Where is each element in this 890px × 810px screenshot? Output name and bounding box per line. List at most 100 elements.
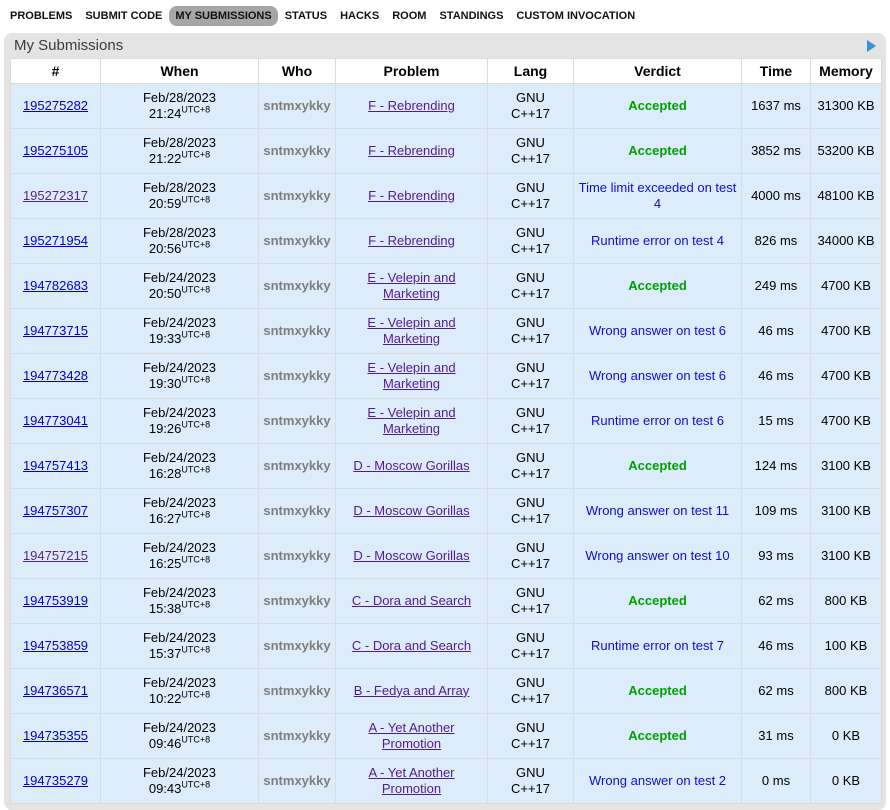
submission-lang-cell: GNUC++17 [488,354,574,399]
submission-id-link[interactable]: 194753919 [23,593,88,608]
submission-row: 195272317Feb/28/202320:59UTC+8sntmxykkyF… [11,174,882,219]
submission-id-link[interactable]: 194735279 [23,773,88,788]
submission-memory-cell: 0 KB [811,714,882,759]
user-link[interactable]: sntmxykky [263,728,330,743]
submission-id-link[interactable]: 194782683 [23,278,88,293]
user-link[interactable]: sntmxykky [263,143,330,158]
timezone-label: UTC+8 [181,735,210,745]
time-of-day: 15:37 [149,646,182,661]
user-link[interactable]: sntmxykky [263,458,330,473]
problem-link[interactable]: E - Velepin and Marketing [367,360,455,391]
user-link[interactable]: sntmxykky [263,683,330,698]
submission-id-link[interactable]: 194757215 [23,548,88,563]
submission-id-link[interactable]: 194757413 [23,458,88,473]
submission-id-link[interactable]: 194773715 [23,323,88,338]
submission-time-cell: 826 ms [742,219,811,264]
timezone-label: UTC+8 [181,285,210,295]
problem-link[interactable]: E - Velepin and Marketing [367,405,455,436]
nav-tab-status[interactable]: STATUS [279,6,333,26]
nav-tab-room[interactable]: ROOM [386,6,432,26]
submission-time-cell: 0 ms [742,759,811,804]
problem-link[interactable]: D - Moscow Gorillas [353,548,469,563]
nav-tab-custom-invocation[interactable]: CUSTOM INVOCATION [510,6,641,26]
submission-lang-cell: GNUC++17 [488,264,574,309]
submission-id-link[interactable]: 194753859 [23,638,88,653]
user-link[interactable]: sntmxykky [263,413,330,428]
submission-who-cell: sntmxykky [259,669,336,714]
verdict-accepted-label: Accepted [628,98,687,113]
user-link[interactable]: sntmxykky [263,98,330,113]
time-of-day: 19:30 [149,376,182,391]
user-link[interactable]: sntmxykky [263,188,330,203]
submission-id-link[interactable]: 194736571 [23,683,88,698]
expand-arrow-icon[interactable] [867,40,876,52]
user-link[interactable]: sntmxykky [263,233,330,248]
time-of-day: 10:22 [149,691,182,706]
problem-link[interactable]: F - Rebrending [368,233,455,248]
user-link[interactable]: sntmxykky [263,548,330,563]
problem-link[interactable]: E - Velepin and Marketing [367,315,455,346]
submission-id-link[interactable]: 194757307 [23,503,88,518]
submission-lang-cell: GNUC++17 [488,84,574,129]
problem-link[interactable]: D - Moscow Gorillas [353,458,469,473]
submission-when-cell: Feb/28/202320:56UTC+8 [101,219,259,264]
problem-link[interactable]: B - Fedya and Array [354,683,470,698]
submission-id-link[interactable]: 195275105 [23,143,88,158]
submission-memory-cell: 3100 KB [811,444,882,489]
submission-problem-cell: D - Moscow Gorillas [336,534,488,579]
problem-link[interactable]: E - Velepin and Marketing [367,270,455,301]
submission-verdict-cell: Wrong answer on test 6 [574,309,742,354]
user-link[interactable]: sntmxykky [263,638,330,653]
language-line: GNU [492,675,569,691]
nav-tab-submit-code[interactable]: SUBMIT CODE [79,6,168,26]
column-header-verdict: Verdict [574,59,742,84]
submission-id-link[interactable]: 194735355 [23,728,88,743]
submission-when-cell: Feb/24/202316:25UTC+8 [101,534,259,579]
submission-id-cell: 194735279 [11,759,101,804]
submission-id-cell: 195275105 [11,129,101,174]
submission-row: 194773041Feb/24/202319:26UTC+8sntmxykkyE… [11,399,882,444]
submission-memory-cell: 3100 KB [811,534,882,579]
problem-link[interactable]: C - Dora and Search [352,638,471,653]
submission-who-cell: sntmxykky [259,759,336,804]
nav-tab-hacks[interactable]: HACKS [334,6,385,26]
user-link[interactable]: sntmxykky [263,593,330,608]
submission-who-cell: sntmxykky [259,534,336,579]
submission-time-cell: 46 ms [742,309,811,354]
time-of-day: 20:50 [149,286,182,301]
submission-row: 194757307Feb/24/202316:27UTC+8sntmxykkyD… [11,489,882,534]
submission-verdict-cell: Runtime error on test 4 [574,219,742,264]
submission-when-cell: Feb/28/202321:24UTC+8 [101,84,259,129]
submission-lang-cell: GNUC++17 [488,219,574,264]
user-link[interactable]: sntmxykky [263,278,330,293]
user-link[interactable]: sntmxykky [263,773,330,788]
language-line: C++17 [492,781,569,797]
submission-date: Feb/28/2023 [105,90,254,106]
language-line: GNU [492,360,569,376]
user-link[interactable]: sntmxykky [263,368,330,383]
nav-tab-problems[interactable]: PROBLEMS [4,6,78,26]
submission-id-link[interactable]: 195275282 [23,98,88,113]
submission-id-link[interactable]: 194773041 [23,413,88,428]
problem-link[interactable]: F - Rebrending [368,143,455,158]
nav-tab-standings[interactable]: STANDINGS [433,6,509,26]
submission-verdict-cell: Runtime error on test 6 [574,399,742,444]
submission-id-link[interactable]: 195272317 [23,188,88,203]
problem-link[interactable]: C - Dora and Search [352,593,471,608]
problem-link[interactable]: F - Rebrending [368,98,455,113]
nav-tab-my-submissions[interactable]: MY SUBMISSIONS [169,6,277,26]
problem-link[interactable]: A - Yet Another Promotion [368,765,454,796]
problem-link[interactable]: A - Yet Another Promotion [368,720,454,751]
problem-link[interactable]: F - Rebrending [368,188,455,203]
submission-id-link[interactable]: 194773428 [23,368,88,383]
submission-memory-cell: 800 KB [811,579,882,624]
problem-link[interactable]: D - Moscow Gorillas [353,503,469,518]
user-link[interactable]: sntmxykky [263,323,330,338]
user-link[interactable]: sntmxykky [263,503,330,518]
submission-id-link[interactable]: 195271954 [23,233,88,248]
language-line: GNU [492,405,569,421]
language-line: GNU [492,585,569,601]
page: PROBLEMSSUBMIT CODEMY SUBMISSIONSSTATUSH… [0,0,890,810]
submission-time-of-day: 16:25UTC+8 [105,556,254,572]
time-of-day: 09:43 [149,781,182,796]
